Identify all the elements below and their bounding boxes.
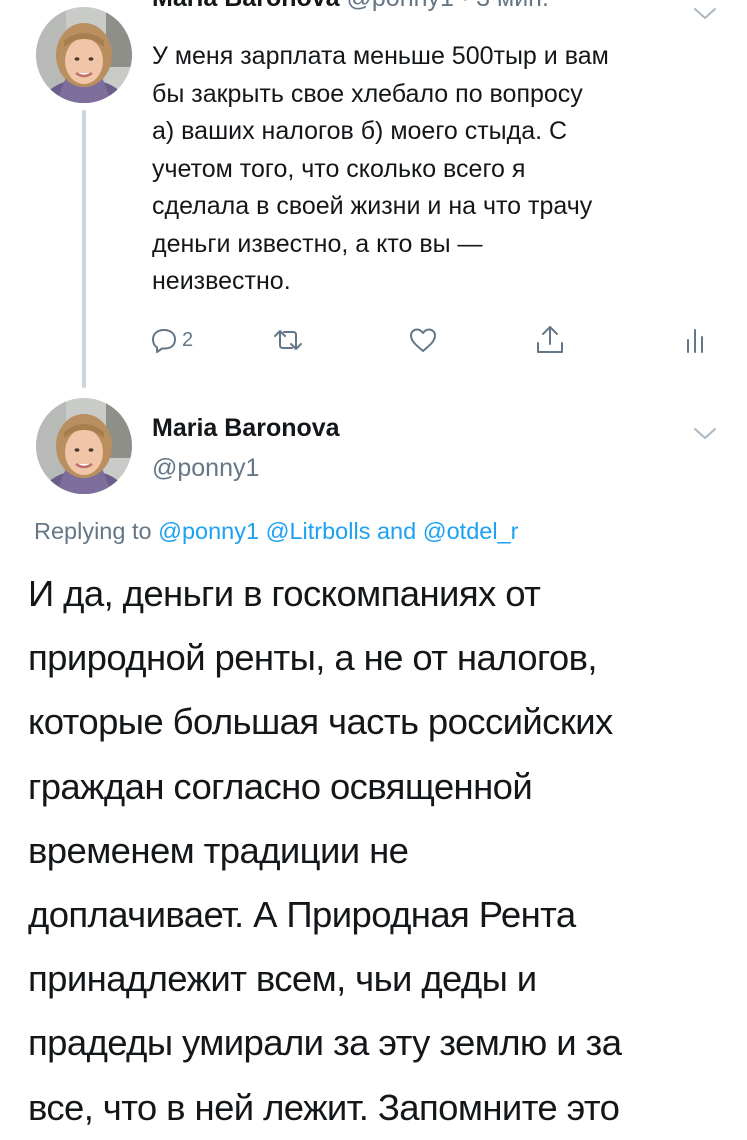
author-name[interactable]: Maria Baronova bbox=[152, 0, 340, 12]
tweet-actions: 2 bbox=[150, 322, 720, 358]
replying-to: Replying to @ponny1 @Litrbolls and @otde… bbox=[34, 518, 518, 545]
tweet-time[interactable]: 3 мин. bbox=[476, 0, 549, 12]
retweet-icon bbox=[270, 326, 306, 354]
mention-link[interactable]: @otdel_r bbox=[423, 518, 519, 544]
reply-icon bbox=[150, 326, 178, 354]
share-button[interactable] bbox=[535, 322, 565, 358]
tweet-text-line: а) ваших налогов б) моего стыда. С bbox=[152, 117, 568, 145]
avatar-photo bbox=[36, 7, 132, 103]
tweet-text-line: которые большая часть российских bbox=[28, 701, 613, 743]
tweet-text-line: неизвестно. bbox=[152, 267, 291, 295]
author-name[interactable]: Maria Baronova bbox=[152, 414, 340, 443]
tweet-text-line: У меня зарплата меньше 500тыр и вам bbox=[152, 42, 609, 70]
author-handle[interactable]: @ponny1 bbox=[347, 0, 454, 12]
replying-prefix: Replying to bbox=[34, 518, 152, 544]
retweet-button[interactable] bbox=[270, 322, 306, 358]
like-button[interactable] bbox=[408, 322, 438, 358]
tweet-text-line: все, что в ней лежит. Запомните это bbox=[28, 1086, 620, 1128]
mention-link[interactable]: @Litrbolls bbox=[266, 518, 371, 544]
tweet-text-line: бы закрыть свое хлебало по вопросу bbox=[152, 79, 583, 108]
tweet-text-line: сделала в своей жизни и на что трачу bbox=[152, 192, 593, 220]
chevron-down-icon[interactable] bbox=[693, 6, 717, 22]
tweet-text-line: природной ренты, а не от налогов, bbox=[28, 637, 598, 679]
analytics-icon bbox=[684, 326, 706, 354]
tweet-text-line: доплачивает. А Природная Рента bbox=[28, 894, 576, 936]
tweet-text-line: временем традиции не bbox=[28, 829, 409, 871]
tweet-text: И да, деньги в госкомпаниях от природной… bbox=[28, 562, 740, 1140]
tweet-text-line: граждан согласно освященной bbox=[28, 765, 533, 807]
thread-tweet[interactable]: Maria Baronova @ponny1 · 3 мин. У меня з… bbox=[0, 0, 747, 392]
tweet-text-line: учетом того, что сколько всего я bbox=[152, 154, 526, 183]
main-tweet[interactable]: Maria Baronova @ponny1 Replying to @ponn… bbox=[0, 392, 747, 1128]
author-handle[interactable]: @ponny1 bbox=[152, 454, 259, 483]
tweet-text: У меня зарплата меньше 500тыр и вам бы з… bbox=[152, 38, 732, 301]
avatar[interactable] bbox=[36, 7, 132, 103]
tweet-text-line: И да, деньги в госкомпаниях от bbox=[28, 573, 541, 614]
tweet-text-line: принадлежит всем, чьи деды и bbox=[28, 958, 537, 1000]
share-icon bbox=[535, 324, 565, 356]
mention-link[interactable]: @ponny1 bbox=[158, 518, 259, 544]
chevron-down-icon[interactable] bbox=[693, 426, 717, 442]
thread-connector-line bbox=[82, 110, 86, 388]
reply-count: 2 bbox=[182, 328, 194, 351]
tweet-header: Maria Baronova @ponny1 · 3 мин. bbox=[152, 0, 549, 13]
avatar[interactable] bbox=[36, 398, 132, 494]
tweet-text-line: прадеды умирали за эту землю и за bbox=[28, 1022, 622, 1064]
tweet-text-line: деньги известно, а кто вы — bbox=[152, 229, 483, 258]
separator: · bbox=[461, 0, 469, 12]
analytics-button[interactable] bbox=[684, 322, 706, 358]
avatar-photo bbox=[36, 398, 132, 494]
replying-and[interactable]: and bbox=[377, 518, 416, 544]
reply-button[interactable]: 2 bbox=[150, 322, 193, 358]
like-icon bbox=[408, 326, 438, 354]
